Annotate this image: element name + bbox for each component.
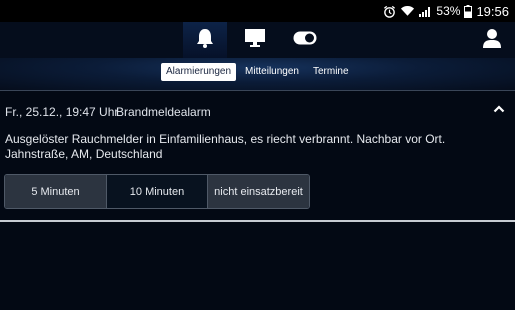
tab-monitor[interactable] <box>233 22 277 58</box>
alarm-type: Brandmeldealarm <box>116 105 211 119</box>
tab-termine[interactable]: Termine <box>308 63 354 81</box>
alarm-header[interactable]: Fr., 25.12., 19:47 Uhr Brandmeldealarm <box>0 91 515 129</box>
toggle-icon <box>293 31 317 50</box>
alarm-datetime: Fr., 25.12., 19:47 Uhr <box>5 105 119 119</box>
tab-status[interactable] <box>283 22 327 58</box>
divider <box>0 220 515 222</box>
alarm-description-line: Ausgelöster Rauchmelder in Einfamilienha… <box>5 132 446 146</box>
battery-icon <box>464 4 473 18</box>
alarm-description: Ausgelöster Rauchmelder in Einfamilienha… <box>5 132 485 162</box>
tab-alarmierungen[interactable]: Alarmierungen <box>161 63 237 81</box>
signal-icon <box>419 5 432 17</box>
bell-icon <box>195 27 215 54</box>
response-not-available-button[interactable]: nicht einsatzbereit <box>208 175 309 208</box>
tab-profile[interactable] <box>470 22 514 58</box>
response-10-minutes-button[interactable]: 10 Minuten <box>107 175 208 208</box>
top-navigation <box>0 22 515 58</box>
battery-percent: 53% <box>436 4 461 18</box>
chevron-up-icon[interactable] <box>493 101 507 115</box>
alarm-location-line: Jahnstraße, AM, Deutschland <box>5 147 163 161</box>
response-button-group: 5 Minuten 10 Minuten nicht einsatzbereit <box>4 174 310 209</box>
clock-time: 19:56 <box>476 3 509 19</box>
wifi-icon <box>400 5 415 17</box>
sub-navigation: Alarmierungen Mitteilungen Termine <box>0 58 515 91</box>
user-icon <box>483 28 501 53</box>
monitor-icon <box>244 28 266 53</box>
tab-alarms[interactable] <box>183 22 227 58</box>
tab-mitteilungen[interactable]: Mitteilungen <box>240 63 304 81</box>
status-bar: 53% 19:56 <box>0 0 515 22</box>
response-5-minutes-button[interactable]: 5 Minuten <box>5 175 107 208</box>
alarm-clock-icon <box>383 5 396 18</box>
